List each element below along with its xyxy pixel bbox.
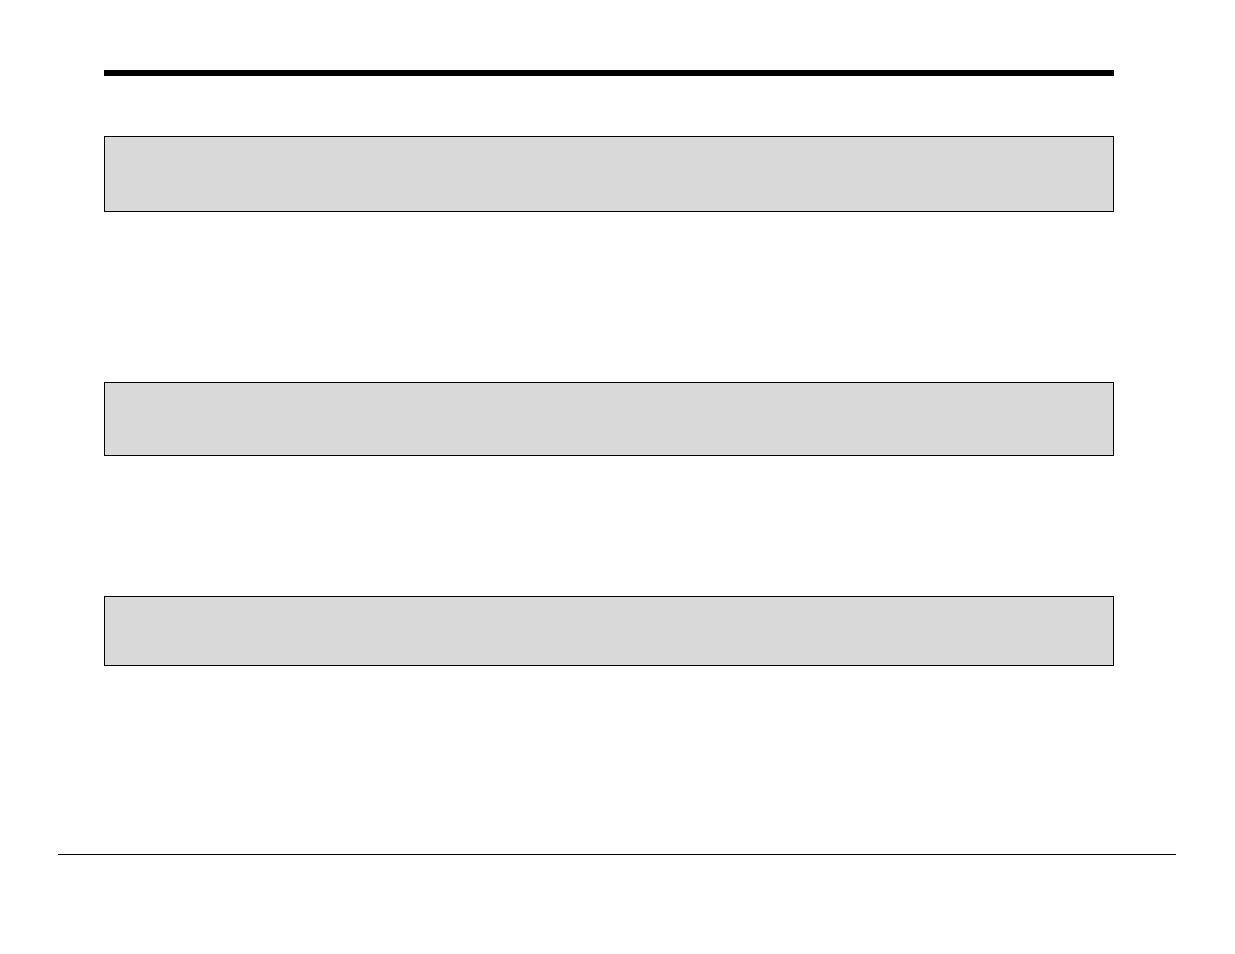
shaded-bar-3 <box>104 596 1114 666</box>
top-rule <box>104 70 1114 76</box>
bottom-rule <box>58 854 1176 855</box>
page-content <box>104 0 1114 666</box>
shaded-bar-2 <box>104 382 1114 456</box>
shaded-bar-1 <box>104 136 1114 212</box>
